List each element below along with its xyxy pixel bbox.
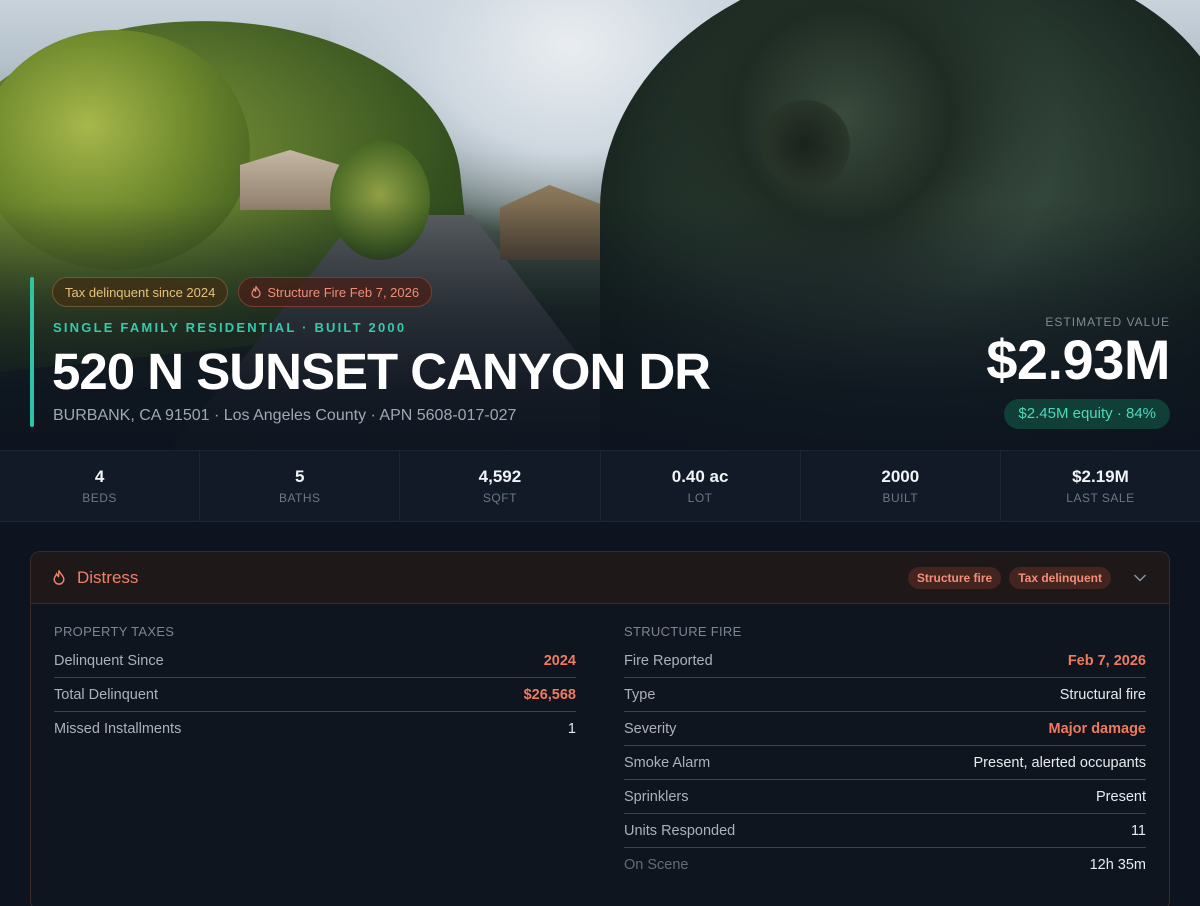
stat-lot: 0.40 ac LOT: [601, 451, 801, 521]
detail-row: Total Delinquent $26,568: [54, 678, 576, 712]
row-key: Fire Reported: [624, 652, 713, 669]
section-label: STRUCTURE FIRE: [624, 624, 742, 639]
stat-value: $2.19M: [1072, 467, 1129, 486]
row-value: $26,568: [523, 686, 576, 703]
row-value: Feb 7, 2026: [1067, 652, 1146, 669]
detail-row: Fire Reported Feb 7, 2026: [624, 644, 1146, 678]
row-value: 2024: [543, 652, 576, 669]
stat-label: LAST SALE: [1066, 491, 1135, 505]
stat-last-sale: $2.19M LAST SALE: [1001, 451, 1200, 521]
section-label: PROPERTY TAXES: [54, 624, 175, 639]
stat-value: 2000: [881, 467, 920, 486]
property-stats-bar: 4 BEDS 5 BATHS 4,592 SQFT 0.40 ac LOT 20…: [0, 450, 1200, 522]
badge-label: Structure Fire Feb 7, 2026: [267, 284, 420, 300]
estimated-value-label: ESTIMATED VALUE: [1045, 315, 1170, 329]
flame-icon: [53, 568, 65, 585]
row-value: 1: [567, 721, 576, 737]
detail-row: Severity Major damage: [624, 712, 1146, 746]
address-line: BURBANK, CA 91501 · Los Angeles County ·…: [53, 407, 517, 424]
structure-fire-badge[interactable]: Structure Fire Feb 7, 2026: [238, 277, 433, 307]
flame-icon: [251, 284, 261, 299]
detail-row: Type Structural fire: [624, 678, 1146, 712]
tax-delinquent-tag: Tax delinquent: [1009, 566, 1111, 589]
stat-label: BEDS: [82, 491, 117, 505]
title-accent-bar: [30, 277, 34, 427]
stat-value: 4,592: [478, 467, 522, 486]
page-title: 520 N SUNSET CANYON DR: [52, 343, 711, 400]
detail-row: Units Responded 11: [624, 814, 1146, 848]
stat-value: 0.40 ac: [671, 467, 729, 486]
detail-row: Sprinklers Present: [624, 780, 1146, 814]
property-subtitle: SINGLE FAMILY RESIDENTIAL · BUILT 2000: [53, 320, 407, 335]
chevron-down-icon[interactable]: [1133, 571, 1147, 585]
row-value: 12h 35m: [1089, 857, 1146, 873]
row-key: Delinquent Since: [54, 652, 164, 669]
row-key: Total Delinquent: [54, 686, 158, 703]
row-value: Structural fire: [1059, 686, 1146, 703]
badge-label: Tax delinquent since 2024: [65, 284, 216, 300]
distress-panel-title: Distress: [77, 567, 139, 587]
equity-badge: $2.45M equity · 84%: [1004, 399, 1170, 429]
row-key: On Scene: [624, 857, 689, 873]
stat-baths: 5 BATHS: [200, 451, 401, 521]
detail-row: Delinquent Since 2024: [54, 644, 576, 678]
property-taxes-section: PROPERTY TAXES Delinquent Since 2024 Tot…: [54, 624, 576, 746]
row-key: Missed Installments: [54, 721, 182, 737]
stat-built: 2000 BUILT: [801, 451, 1001, 521]
stat-value: 5: [295, 467, 305, 486]
row-value: Present: [1096, 788, 1146, 805]
distress-panel-header[interactable]: Distress Structure fire Tax delinquent: [31, 552, 1169, 604]
stat-label: SQFT: [482, 491, 517, 505]
row-value: Present, alerted occupants: [973, 754, 1147, 771]
distress-panel: Distress Structure fire Tax delinquent P…: [30, 551, 1170, 906]
status-badges: Tax delinquent since 2024 Structure Fire…: [52, 277, 433, 307]
estimated-value-block: ESTIMATED VALUE $2.93M $2.45M equity · 8…: [986, 315, 1170, 429]
stat-sqft: 4,592 SQFT: [400, 451, 601, 521]
detail-row: On Scene 12h 35m: [624, 848, 1146, 882]
detail-row: Smoke Alarm Present, alerted occupants: [624, 746, 1146, 780]
structure-fire-section: STRUCTURE FIRE Fire Reported Feb 7, 2026…: [624, 624, 1146, 882]
row-value: 11: [1130, 822, 1146, 839]
stat-label: LOT: [687, 491, 713, 505]
stat-beds: 4 BEDS: [0, 451, 201, 521]
detail-row: Missed Installments 1: [54, 712, 576, 746]
row-key: Units Responded: [624, 822, 736, 839]
row-key: Sprinklers: [624, 788, 689, 805]
row-value: Major damage: [1048, 720, 1147, 737]
row-key: Type: [624, 686, 656, 703]
stat-label: BUILT: [882, 491, 919, 505]
stat-label: BATHS: [278, 491, 321, 505]
tax-delinquent-badge[interactable]: Tax delinquent since 2024: [52, 277, 229, 307]
stat-value: 4: [94, 467, 105, 486]
structure-fire-tag: Structure fire: [907, 566, 1002, 589]
estimated-value-amount: $2.93M: [986, 328, 1170, 391]
row-key: Severity: [624, 720, 677, 737]
row-key: Smoke Alarm: [624, 754, 711, 771]
